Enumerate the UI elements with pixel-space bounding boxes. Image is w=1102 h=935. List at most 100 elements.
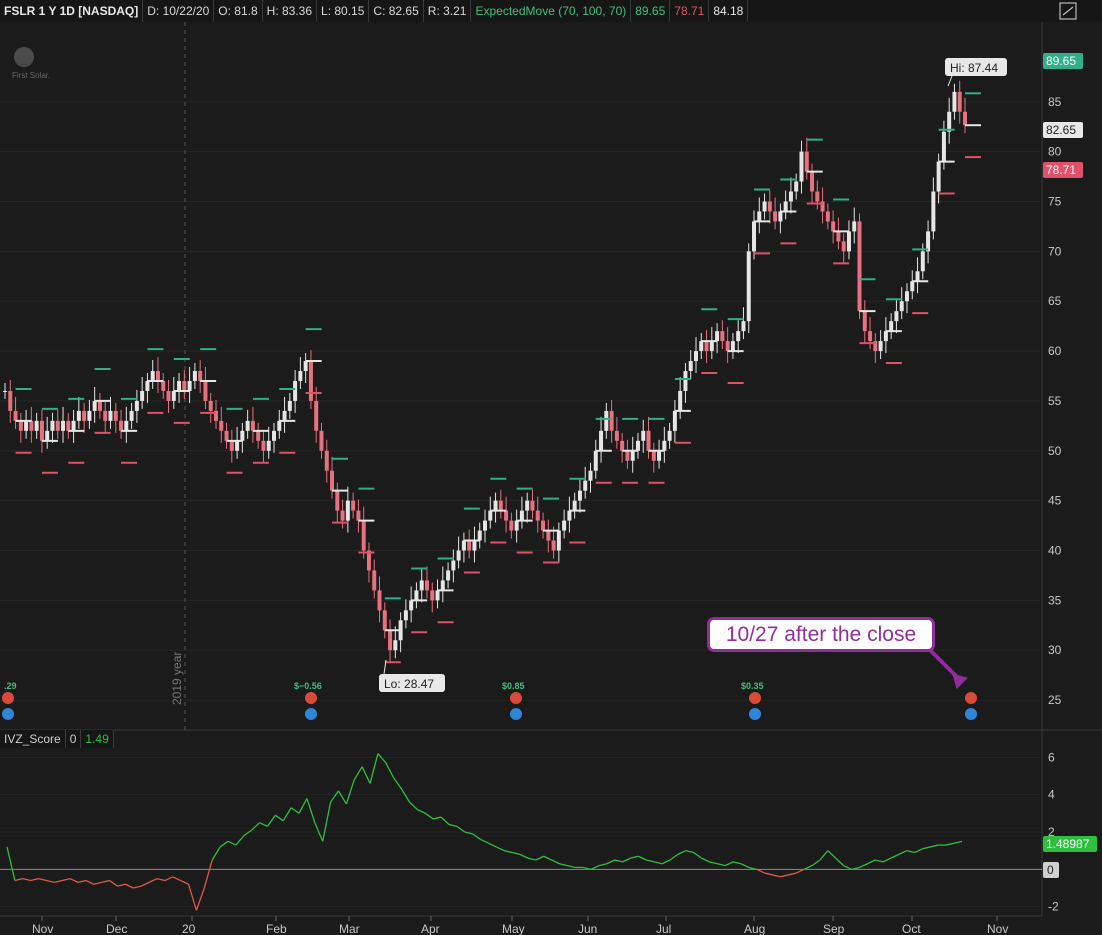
candle-body: [709, 341, 714, 352]
study-label[interactable]: ExpectedMove (70, 100, 70): [471, 0, 632, 22]
last-price-badge: 82.65: [1043, 122, 1083, 138]
y-tick-label: 40: [1048, 544, 1062, 558]
candle-body: [541, 520, 546, 531]
candle-body: [372, 570, 377, 591]
candle-body: [224, 430, 229, 441]
ivz-zero-value: 0: [65, 730, 82, 748]
candle-body: [936, 161, 941, 192]
candle-body: [451, 560, 456, 571]
candle-body: [904, 291, 909, 302]
candle-body: [424, 580, 429, 591]
earnings-phone-icon: [749, 692, 761, 704]
y-tick-label: 70: [1048, 244, 1062, 258]
candle-body: [314, 400, 319, 431]
candle-body: [113, 410, 118, 421]
candle-body: [546, 530, 551, 541]
candle-body: [672, 410, 677, 431]
earnings-info-icon: [749, 708, 761, 720]
candle-body: [525, 500, 530, 511]
collapse-chart-icon[interactable]: [1058, 1, 1078, 21]
candle-body: [572, 500, 577, 511]
x-tick-label: Sep: [823, 922, 845, 935]
candle-body: [657, 450, 662, 461]
year-marker-label: 2019 year: [170, 652, 184, 705]
candle-body: [330, 470, 335, 491]
candle-body: [831, 221, 836, 232]
candle-body: [340, 510, 345, 521]
candle-body: [477, 530, 482, 541]
y-tick-label: 45: [1048, 494, 1062, 508]
x-tick-label: Jul: [656, 922, 671, 935]
candle-body: [13, 410, 18, 421]
candle-body: [182, 380, 187, 391]
candle-body: [356, 510, 361, 521]
last-price-badge-text: 82.65: [1046, 123, 1076, 137]
candle-body: [171, 390, 176, 401]
x-tick-label: Oct: [902, 922, 921, 935]
close-label: C: 82.65: [369, 0, 424, 22]
ivz-tick-labels: -20246: [1048, 750, 1059, 913]
candle-body: [825, 211, 830, 222]
candle-body: [725, 341, 730, 352]
earnings-info-icon: [305, 708, 317, 720]
candle-body: [762, 201, 767, 212]
candle-body: [488, 510, 493, 521]
candle-body: [293, 380, 298, 401]
candle-body: [567, 510, 572, 521]
candle-body: [71, 420, 76, 431]
symbol-label[interactable]: FSLR 1 Y 1D [NASDAQ]: [0, 0, 144, 22]
candle-body: [878, 341, 883, 352]
logo-text: First Solar.: [12, 71, 50, 80]
candle-body: [767, 201, 772, 212]
earnings-value-4: $0.35: [741, 681, 764, 691]
x-tick-label: May: [502, 922, 525, 935]
x-tick-label: Feb: [266, 922, 287, 935]
candle-body: [810, 171, 815, 192]
y-tick-label: 35: [1048, 593, 1062, 607]
candle-body: [298, 371, 303, 381]
candle-body: [688, 361, 693, 372]
candle-body: [272, 430, 277, 441]
candle-body: [604, 410, 609, 431]
candle-body: [941, 131, 946, 162]
ivz-name[interactable]: IVZ_Score: [0, 730, 66, 748]
candle-body: [24, 420, 29, 431]
chart-header: FSLR 1 Y 1D [NASDAQ] D: 10/22/20 O: 81.8…: [0, 0, 1102, 22]
y-tick-label: 85: [1048, 95, 1062, 109]
candle-body: [34, 420, 39, 431]
candle-body: [145, 380, 150, 391]
candle-body: [699, 341, 704, 352]
study-lower-value: 78.71: [670, 0, 710, 22]
open-label: O: 81.8: [214, 0, 263, 22]
date-label: D: 10/22/20: [143, 0, 215, 22]
candle-body: [245, 420, 250, 431]
candle-body: [29, 420, 34, 431]
y-tick-label: 25: [1048, 693, 1062, 707]
candle-body: [82, 410, 87, 421]
candle-body: [187, 380, 192, 391]
candle-body: [509, 520, 514, 531]
ivz-current-value: 1.49: [81, 730, 114, 748]
candle-body: [899, 301, 904, 312]
earnings-phone-icon: [510, 692, 522, 704]
ivz-panel-header: IVZ_Score 0 1.49: [0, 730, 114, 748]
candle-body: [963, 111, 967, 126]
em-lower-badge-text: 78.71: [1046, 163, 1076, 177]
candle-body: [261, 440, 266, 451]
candle-body: [208, 400, 213, 411]
candle-body: [857, 221, 862, 312]
y-tick-label: 80: [1048, 145, 1062, 159]
x-tick-label: Jun: [578, 922, 597, 935]
candle-body: [894, 311, 899, 322]
candle-body: [440, 580, 445, 591]
candle-body: [662, 440, 667, 451]
ivz-tick-label: -2: [1048, 900, 1059, 914]
candle-body: [794, 181, 799, 192]
candle-body: [393, 640, 398, 651]
candle-body: [836, 231, 841, 242]
candle-body: [641, 430, 646, 441]
candle-body: [282, 410, 287, 421]
ivz-value-badge-text: 1.48987: [1046, 837, 1090, 851]
candle-body: [456, 550, 461, 561]
candle-body: [219, 420, 224, 431]
